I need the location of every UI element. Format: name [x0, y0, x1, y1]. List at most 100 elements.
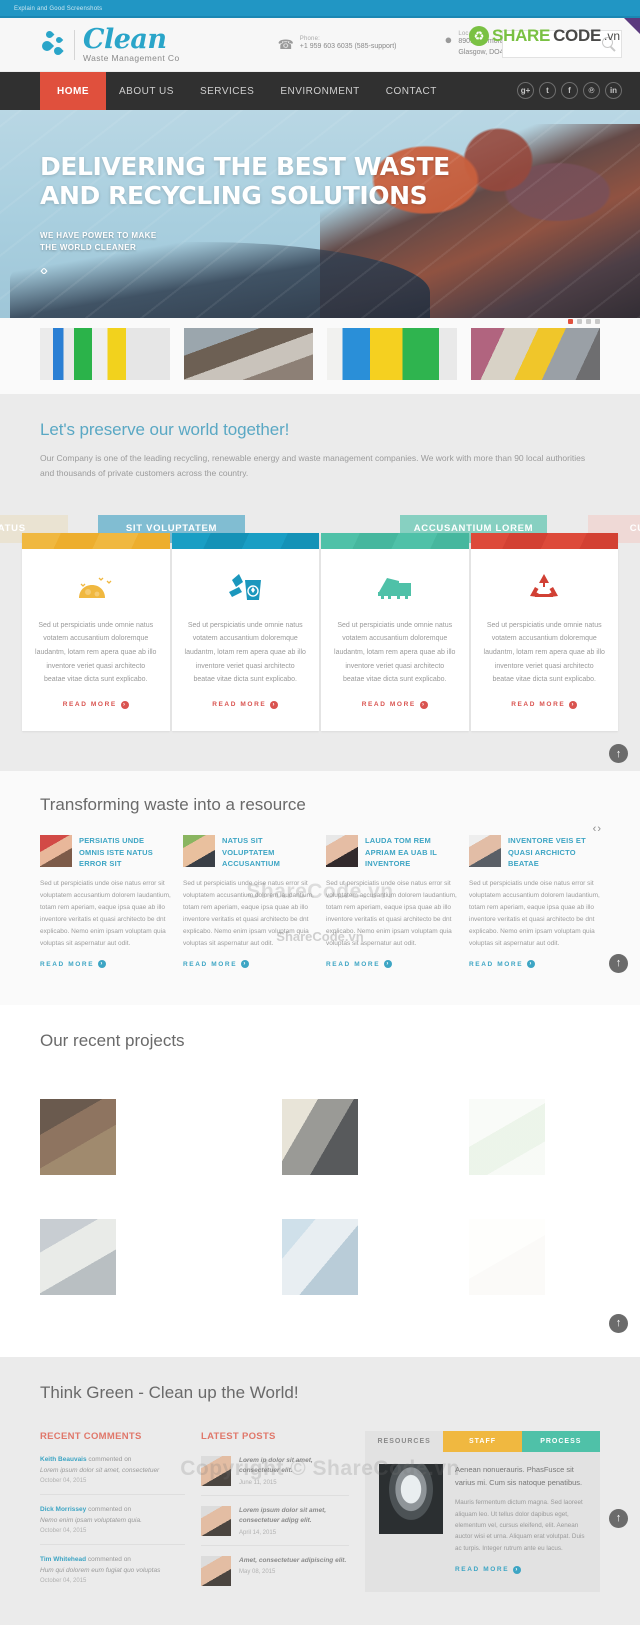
facebook-icon[interactable]: f	[561, 82, 578, 99]
think-green-heading: Think Green - Clean up the World!	[40, 1382, 299, 1402]
thumbnail-colored-containers[interactable]	[327, 328, 457, 380]
linkedin-icon[interactable]: in	[605, 82, 622, 99]
read-more-label: READ MORE	[326, 960, 381, 968]
hero-slider: DELIVERING THE BEST WASTE AND RECYCLING …	[0, 110, 640, 318]
slider-dot-4[interactable]	[595, 319, 600, 324]
project-cell-2[interactable]	[227, 1077, 414, 1197]
nav-item-home[interactable]: HOME	[40, 72, 106, 110]
project-cell-3[interactable]	[413, 1077, 600, 1197]
arrow-right-icon: ›	[513, 1565, 522, 1574]
team-section: Transforming waste into a resource ‹ › P…	[0, 771, 640, 1005]
latest-posts-widget: LATEST POSTS Lorem ip dolor sit amet, co…	[201, 1431, 349, 1605]
tab-panel-read-more[interactable]: READ MORE ›	[455, 1565, 522, 1574]
main-navigation: HOME ABOUT US SERVICES ENVIRONMENT CONTA…	[0, 72, 640, 110]
nav-item-about-us[interactable]: ABOUT US	[106, 72, 187, 110]
avatar	[326, 835, 358, 868]
comment-1-author[interactable]: Keith Beauvais	[40, 1456, 87, 1463]
team-member-3-read-more[interactable]: READ MORE ›	[326, 960, 393, 969]
team-member-2-name[interactable]: NATUS SIT VOLUPTATEM ACCUSANTIUM	[222, 835, 314, 869]
post-2-title[interactable]: Lorem ipsum dolor sit amet, consectetuer…	[239, 1506, 349, 1527]
hero-headline-line-1: DELIVERING THE BEST WASTE	[40, 152, 450, 181]
comment-2-text: Nemo enim ipsam voluptatem quia.	[40, 1516, 142, 1524]
services-section: RATUS SIT VOLUPTATEM ACCUSANTIUM LOREM C…	[0, 514, 640, 772]
logo[interactable]: Clean Waste Management Co	[39, 26, 180, 63]
project-cell-5[interactable]	[227, 1197, 414, 1317]
service-card-3[interactable]: Sed ut perspiciatis unde omnie natus vot…	[321, 532, 469, 732]
latest-posts-title: LATEST POSTS	[201, 1430, 276, 1442]
projects-section: Our recent projects ↑	[0, 1004, 640, 1357]
thumbnail-recycling-bins[interactable]	[40, 328, 170, 380]
thumbnail-garbage-trucks[interactable]	[470, 328, 600, 380]
hero-prev-next-arrows[interactable]: ‹›	[40, 262, 640, 279]
post-3-title[interactable]: Amet, consectetuer adipiscing elit.	[239, 1556, 346, 1566]
service-card-1[interactable]: Sed ut perspiciatis unde omnie natus vot…	[22, 532, 170, 732]
service-card-2-read-more[interactable]: READ MORE ›	[212, 700, 279, 709]
team-member-2: NATUS SIT VOLUPTATEM ACCUSANTIUM Sed ut …	[183, 835, 314, 970]
avatar	[469, 835, 501, 868]
service-card-1-text: Sed ut perspiciatis unde omnie natus vot…	[35, 621, 157, 684]
service-card-2[interactable]: Sed ut perspiciatis unde omnie natus vot…	[171, 532, 319, 732]
read-more-label: READ MORE	[469, 960, 524, 968]
browser-strip: Explain and Good Screenshots	[0, 0, 640, 18]
read-more-label: READ MORE	[183, 960, 238, 968]
service-card-2-header	[171, 532, 319, 549]
logo-divider	[74, 29, 75, 60]
comment-3-date: October 04, 2015	[40, 1577, 87, 1584]
scroll-to-top-button-3[interactable]: ↑	[609, 1313, 628, 1333]
nav-item-contact[interactable]: CONTACT	[373, 72, 450, 110]
team-member-1-name[interactable]: PERSIATIS UNDE OMNIS ISTE NATUS ERROR SI…	[79, 835, 171, 869]
team-member-4: INVENTORE VEIS ET QUASI ARCHICTO BEATAE …	[469, 835, 600, 970]
slider-dot-1[interactable]	[568, 319, 573, 324]
tab-panel-lead: Aenean nonuerauris. PhasFusce sit varius…	[455, 1464, 583, 1487]
pinterest-icon[interactable]: ℗	[583, 82, 600, 99]
service-card-4-text: Sed ut perspiciatis unde omnie natus vot…	[483, 621, 605, 684]
team-member-3-name[interactable]: LAUDA TOM REM APRIAM EA UAB IL INVENTORE	[365, 835, 457, 869]
team-member-4-read-more[interactable]: READ MORE ›	[469, 960, 536, 969]
arrow-right-icon: ›	[120, 700, 129, 709]
team-member-1-read-more[interactable]: READ MORE ›	[40, 960, 107, 969]
post-1-title[interactable]: Lorem ip dolor sit amet, consectetuer el…	[239, 1456, 349, 1477]
tab-staff[interactable]: STAFF	[443, 1430, 522, 1452]
search-input[interactable]	[502, 30, 622, 58]
service-card-1-read-more[interactable]: READ MORE ›	[63, 700, 129, 709]
comment-2-author[interactable]: Dick Morrissey	[40, 1506, 86, 1513]
scroll-to-top-button-2[interactable]: ↑	[609, 953, 628, 973]
post-3-date: May 08, 2015	[239, 1569, 276, 1576]
post-item-2[interactable]: Lorem ipsum dolor sit amet, consectetuer…	[201, 1505, 349, 1546]
project-cell-1[interactable]	[40, 1077, 227, 1197]
slider-thumbnails	[0, 318, 640, 394]
hero-headline-line-2: AND RECYCLING SOLUTIONS	[40, 181, 428, 211]
read-more-label: READ MORE	[511, 701, 566, 709]
twitter-icon[interactable]: t	[539, 82, 556, 99]
read-more-label: READ MORE	[361, 701, 416, 709]
team-member-2-read-more[interactable]: READ MORE ›	[183, 960, 250, 969]
scroll-to-top-button-1[interactable]: ↑	[609, 744, 628, 764]
header-phone: ☎ Phone: +1 959 603 6035 (585-support)	[278, 36, 397, 52]
bin-broom-icon	[185, 565, 307, 609]
comment-item-1: Keith Beauvais commented on Lorem ipsum …	[40, 1456, 185, 1495]
nav-item-environment[interactable]: ENVIRONMENT	[267, 72, 372, 110]
service-card-4[interactable]: Sed ut perspiciatis unde omnie natus vot…	[470, 532, 618, 732]
slider-dot-3[interactable]	[586, 319, 591, 324]
tab-resources[interactable]: RESOURCES	[365, 1430, 444, 1452]
scroll-to-top-button-4[interactable]: ↑	[609, 1508, 628, 1528]
team-carousel-arrows[interactable]: ‹ ›	[593, 823, 601, 835]
map-pin-icon: ●	[444, 32, 453, 48]
team-member-4-name[interactable]: INVENTORE VEIS ET QUASI ARCHICTO BEATAE	[508, 835, 600, 869]
tab-process[interactable]: PROCESS	[521, 1430, 600, 1452]
google-plus-icon[interactable]: g+	[517, 82, 534, 99]
recent-comments-title: RECENT COMMENTS	[40, 1430, 142, 1442]
comment-1-text: Lorem ipsum dolor sit amet, consectetuer	[40, 1466, 160, 1474]
project-cell-4[interactable]	[40, 1197, 227, 1317]
avatar	[40, 835, 72, 868]
team-member-4-text: Sed ut perspiciatis unde oise natus erro…	[469, 880, 600, 948]
service-card-4-read-more[interactable]: READ MORE ›	[511, 700, 578, 709]
phone-value: +1 959 603 6035 (585-support)	[299, 43, 397, 51]
thumbnail-landfill-loader[interactable]	[183, 328, 313, 380]
service-card-3-read-more[interactable]: READ MORE ›	[361, 700, 428, 709]
project-cell-6[interactable]	[413, 1197, 600, 1317]
slider-dot-2[interactable]	[577, 319, 582, 324]
nav-item-services[interactable]: SERVICES	[187, 72, 267, 110]
corner-ribbon	[624, 18, 640, 34]
post-item-1[interactable]: Lorem ip dolor sit amet, consectetuer el…	[201, 1455, 349, 1496]
